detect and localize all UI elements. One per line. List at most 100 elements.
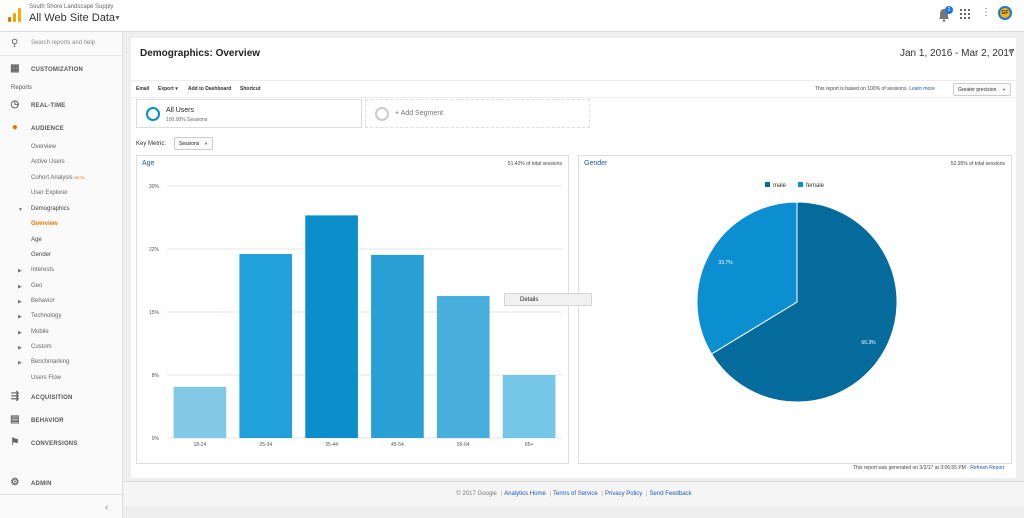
gender-pie-chart: male female 66.3% 33.7%: [696, 182, 898, 403]
age-panel: Age 51.42% of total sessions 0% 8% 15% 22% 3…: [136, 155, 569, 464]
sidebar-item-custom[interactable]: ▶ Custom: [0, 341, 123, 355]
learn-more-link[interactable]: Learn more: [909, 86, 935, 92]
chevron-down-icon[interactable]: ▼: [114, 15, 121, 22]
flag-icon: ⚑: [10, 437, 20, 448]
add-segment-button[interactable]: + Add Segment: [365, 99, 590, 128]
behavior-icon: ▤: [10, 414, 20, 425]
sidebar-item-users-flow[interactable]: Users Flow: [0, 372, 123, 386]
date-range-picker[interactable]: Jan 1, 2016 - Mar 2, 2017: [900, 48, 1015, 59]
refresh-report-link[interactable]: Refresh Report: [970, 465, 1004, 471]
y-tick-label: 30%: [149, 184, 160, 190]
divider: [0, 494, 123, 495]
search-input[interactable]: Search reports and help: [31, 40, 95, 46]
report-card: Demographics: Overview Jan 1, 2016 - Mar…: [131, 38, 1016, 478]
analytics-logo-icon[interactable]: [8, 8, 22, 22]
age-bar-45-54[interactable]: [371, 254, 424, 438]
sidebar-item-conversions[interactable]: ⚑ CONVERSIONS: [0, 433, 123, 455]
x-tick-label: 45-54: [391, 442, 404, 448]
acquisition-icon: ⇶: [10, 391, 20, 402]
avatar[interactable]: GF: [998, 6, 1012, 20]
sidebar-item-realtime[interactable]: ◷ REAL-TIME: [0, 95, 123, 117]
report-toolbar: Email Export ▾ Add to Dashboard Shortcut…: [131, 80, 1016, 98]
legend-label-male[interactable]: male: [773, 183, 787, 189]
sidebar-item-active-users[interactable]: Active Users: [0, 156, 123, 170]
sidebar-item-benchmarking[interactable]: ▶ Benchmarking: [0, 356, 123, 370]
gear-icon: ⚙: [10, 477, 20, 488]
footer-link-analytics-home[interactable]: Analytics Home: [504, 491, 546, 497]
segment-ring-icon: [375, 107, 389, 121]
dashboard-icon: ▦: [10, 63, 20, 74]
sidebar-item-behavior-sub[interactable]: ▶ Behavior: [0, 295, 123, 309]
expand-icon: ▼: [18, 207, 23, 213]
chevron-down-icon: ▼: [1002, 87, 1006, 92]
sampling-note: This report is based on 100% of sessions…: [815, 86, 935, 92]
main-content: Demographics: Overview Jan 1, 2016 - Mar…: [124, 32, 1024, 518]
segment-title: All Users: [166, 107, 195, 114]
age-bar-25-34[interactable]: [239, 254, 293, 438]
expand-icon: ▶: [18, 284, 22, 290]
age-bar-35-44[interactable]: [305, 215, 358, 438]
more-vert-icon[interactable]: ⋮: [981, 8, 991, 18]
key-metric-select[interactable]: Sessions ▼: [174, 137, 213, 150]
sidebar-item-cohort[interactable]: Cohort Analysis BETA: [0, 172, 123, 186]
sidebar-item-gender[interactable]: Gender: [0, 249, 123, 263]
sidebar-item-geo[interactable]: ▶ Geo: [0, 280, 123, 294]
chevron-down-icon: ▼: [204, 141, 208, 146]
footer: © 2017 Google | Analytics Home | Terms of …: [124, 481, 1024, 506]
expand-icon: ▶: [18, 314, 22, 320]
precision-select[interactable]: Greater precision ▼: [953, 83, 1011, 96]
page-title: Demographics: Overview: [140, 48, 261, 59]
reports-heading: Reports: [11, 85, 33, 91]
age-bar-chart: 0% 8% 15% 22% 30% 18-24 25-34 35-44 45-54 55-64 65…: [149, 184, 562, 448]
x-tick-label: 35-44: [325, 442, 338, 448]
y-tick-label: 8%: [152, 373, 160, 379]
age-bar-65+[interactable]: [502, 375, 556, 438]
sidebar-item-overview[interactable]: Overview: [0, 141, 123, 155]
sidebar-item-behavior[interactable]: ▤ BEHAVIOR: [0, 410, 123, 432]
sidebar-item-demographics[interactable]: ▼ Demographics: [0, 203, 123, 217]
beta-badge: BETA: [74, 175, 85, 180]
export-button[interactable]: Export ▾: [158, 86, 178, 92]
sidebar-item-customization[interactable]: ▦ CUSTOMIZATION: [0, 59, 123, 81]
pie-value-label: 66.3%: [861, 340, 876, 346]
copyright: © 2017 Google: [456, 491, 497, 497]
footer-link-privacy[interactable]: Privacy Policy: [605, 491, 642, 497]
apps-grid-icon[interactable]: [960, 9, 970, 19]
sidebar-item-technology[interactable]: ▶ Technology: [0, 310, 123, 324]
email-button[interactable]: Email: [136, 86, 149, 92]
footer-link-feedback[interactable]: Send Feedback: [650, 491, 692, 497]
segment-all-users[interactable]: All Users 100.00% Sessions: [136, 99, 362, 128]
sidebar-item-interests[interactable]: ▶ Interests: [0, 264, 123, 278]
clock-icon: ◷: [10, 99, 20, 110]
y-tick-label: 0%: [152, 436, 160, 442]
sidebar-item-admin[interactable]: ⚙ ADMIN: [0, 473, 123, 495]
gender-panel: Gender 52.95% of total sessions male fema…: [578, 155, 1012, 464]
chevron-down-icon[interactable]: ▼: [1007, 49, 1014, 56]
add-to-dashboard-button[interactable]: Add to Dashboard: [188, 86, 231, 92]
expand-icon: ▶: [18, 360, 22, 366]
legend-swatch-female: [798, 182, 803, 187]
sidebar-item-acquisition[interactable]: ⇶ ACQUISITION: [0, 387, 123, 409]
age-bar-18-24[interactable]: [173, 386, 227, 438]
legend-label-female[interactable]: female: [806, 183, 825, 189]
sidebar-item-mobile[interactable]: ▶ Mobile: [0, 326, 123, 340]
sidebar-search[interactable]: ⚲ Search reports and help: [0, 32, 123, 56]
footer-link-terms[interactable]: Terms of Service: [553, 491, 598, 497]
segment-ring-icon: [146, 107, 160, 121]
expand-icon: ▶: [18, 345, 22, 351]
sidebar-item-audience[interactable]: ● AUDIENCE: [0, 118, 123, 140]
property-selector[interactable]: All Web Site Data: [29, 12, 115, 24]
segment-subtitle: 100.00% Sessions: [166, 117, 208, 123]
shortcut-button[interactable]: Shortcut: [240, 86, 261, 92]
account-name: South Shore Landscape Supply: [29, 4, 114, 10]
sidebar-item-age[interactable]: Age: [0, 234, 123, 248]
expand-icon: ▶: [18, 299, 22, 305]
sidebar-item-demographics-overview[interactable]: Overview: [0, 218, 123, 232]
sidebar-item-user-explorer[interactable]: User Explorer: [0, 187, 123, 201]
details-tooltip[interactable]: Details: [504, 293, 592, 306]
age-bar-55-64[interactable]: [436, 296, 490, 438]
collapse-sidebar-icon[interactable]: ‹: [105, 502, 108, 513]
person-icon: ●: [11, 122, 19, 133]
notification-count: 2: [945, 6, 953, 14]
expand-icon: ▶: [18, 330, 22, 336]
